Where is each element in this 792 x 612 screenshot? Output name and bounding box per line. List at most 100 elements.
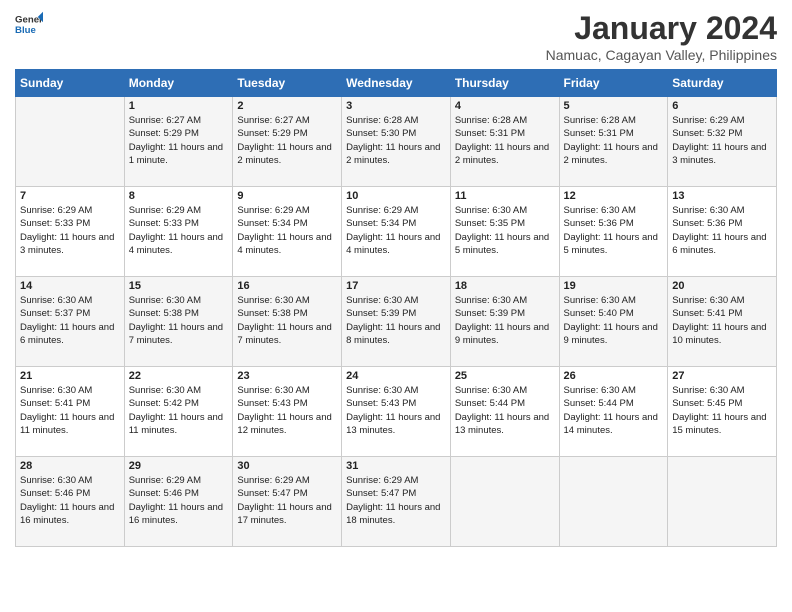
title-block: January 2024 Namuac, Cagayan Valley, Phi… bbox=[546, 10, 777, 63]
cell-info: Sunrise: 6:29 AM Sunset: 5:33 PM Dayligh… bbox=[20, 204, 120, 257]
cell-info: Sunrise: 6:30 AM Sunset: 5:41 PM Dayligh… bbox=[20, 384, 120, 437]
cell-info: Sunrise: 6:30 AM Sunset: 5:42 PM Dayligh… bbox=[129, 384, 229, 437]
calendar-cell: 14 Sunrise: 6:30 AM Sunset: 5:37 PM Dayl… bbox=[16, 277, 125, 367]
daylight: Daylight: 11 hours and 6 minutes. bbox=[20, 322, 114, 346]
day-number: 12 bbox=[564, 190, 664, 202]
location-subtitle: Namuac, Cagayan Valley, Philippines bbox=[546, 47, 777, 63]
cell-info: Sunrise: 6:27 AM Sunset: 5:29 PM Dayligh… bbox=[129, 114, 229, 167]
daylight: Daylight: 11 hours and 2 minutes. bbox=[346, 142, 440, 166]
calendar-cell: 18 Sunrise: 6:30 AM Sunset: 5:39 PM Dayl… bbox=[450, 277, 559, 367]
svg-text:General: General bbox=[15, 14, 43, 25]
sunset: Sunset: 5:43 PM bbox=[237, 398, 307, 409]
calendar-cell bbox=[16, 97, 125, 187]
cell-info: Sunrise: 6:30 AM Sunset: 5:45 PM Dayligh… bbox=[672, 384, 772, 437]
day-number: 27 bbox=[672, 370, 772, 382]
sunset: Sunset: 5:45 PM bbox=[672, 398, 742, 409]
sunrise: Sunrise: 6:30 AM bbox=[129, 295, 201, 306]
calendar-cell: 2 Sunrise: 6:27 AM Sunset: 5:29 PM Dayli… bbox=[233, 97, 342, 187]
header-friday: Friday bbox=[559, 70, 668, 97]
calendar-cell: 26 Sunrise: 6:30 AM Sunset: 5:44 PM Dayl… bbox=[559, 367, 668, 457]
day-number: 8 bbox=[129, 190, 229, 202]
logo-icon: General Blue bbox=[15, 10, 43, 38]
daylight: Daylight: 11 hours and 1 minute. bbox=[129, 142, 223, 166]
daylight: Daylight: 11 hours and 7 minutes. bbox=[237, 322, 331, 346]
daylight: Daylight: 11 hours and 16 minutes. bbox=[20, 502, 114, 526]
sunset: Sunset: 5:29 PM bbox=[237, 128, 307, 139]
sunrise: Sunrise: 6:30 AM bbox=[20, 475, 92, 486]
sunrise: Sunrise: 6:30 AM bbox=[455, 385, 527, 396]
cell-info: Sunrise: 6:29 AM Sunset: 5:34 PM Dayligh… bbox=[237, 204, 337, 257]
calendar-cell: 13 Sunrise: 6:30 AM Sunset: 5:36 PM Dayl… bbox=[668, 187, 777, 277]
sunset: Sunset: 5:39 PM bbox=[455, 308, 525, 319]
day-number: 25 bbox=[455, 370, 555, 382]
cell-info: Sunrise: 6:29 AM Sunset: 5:33 PM Dayligh… bbox=[129, 204, 229, 257]
sunrise: Sunrise: 6:30 AM bbox=[129, 385, 201, 396]
day-number: 28 bbox=[20, 460, 120, 472]
daylight: Daylight: 11 hours and 5 minutes. bbox=[455, 232, 549, 256]
sunrise: Sunrise: 6:28 AM bbox=[564, 115, 636, 126]
cell-info: Sunrise: 6:28 AM Sunset: 5:30 PM Dayligh… bbox=[346, 114, 446, 167]
day-number: 21 bbox=[20, 370, 120, 382]
daylight: Daylight: 11 hours and 16 minutes. bbox=[129, 502, 223, 526]
calendar-cell: 25 Sunrise: 6:30 AM Sunset: 5:44 PM Dayl… bbox=[450, 367, 559, 457]
daylight: Daylight: 11 hours and 2 minutes. bbox=[564, 142, 658, 166]
sunset: Sunset: 5:34 PM bbox=[346, 218, 416, 229]
cell-info: Sunrise: 6:30 AM Sunset: 5:46 PM Dayligh… bbox=[20, 474, 120, 527]
sunrise: Sunrise: 6:30 AM bbox=[20, 295, 92, 306]
sunset: Sunset: 5:37 PM bbox=[20, 308, 90, 319]
sunrise: Sunrise: 6:30 AM bbox=[346, 385, 418, 396]
daylight: Daylight: 11 hours and 18 minutes. bbox=[346, 502, 440, 526]
day-number: 6 bbox=[672, 100, 772, 112]
sunrise: Sunrise: 6:30 AM bbox=[237, 385, 309, 396]
day-number: 4 bbox=[455, 100, 555, 112]
day-number: 7 bbox=[20, 190, 120, 202]
calendar-cell: 29 Sunrise: 6:29 AM Sunset: 5:46 PM Dayl… bbox=[124, 457, 233, 547]
day-number: 18 bbox=[455, 280, 555, 292]
daylight: Daylight: 11 hours and 7 minutes. bbox=[129, 322, 223, 346]
sunrise: Sunrise: 6:30 AM bbox=[564, 205, 636, 216]
cell-info: Sunrise: 6:28 AM Sunset: 5:31 PM Dayligh… bbox=[564, 114, 664, 167]
header-wednesday: Wednesday bbox=[342, 70, 451, 97]
day-number: 16 bbox=[237, 280, 337, 292]
day-number: 23 bbox=[237, 370, 337, 382]
svg-text:Blue: Blue bbox=[15, 25, 36, 36]
sunrise: Sunrise: 6:30 AM bbox=[564, 385, 636, 396]
calendar-week-row: 14 Sunrise: 6:30 AM Sunset: 5:37 PM Dayl… bbox=[16, 277, 777, 367]
sunset: Sunset: 5:41 PM bbox=[20, 398, 90, 409]
header-monday: Monday bbox=[124, 70, 233, 97]
sunset: Sunset: 5:34 PM bbox=[237, 218, 307, 229]
day-number: 20 bbox=[672, 280, 772, 292]
daylight: Daylight: 11 hours and 4 minutes. bbox=[129, 232, 223, 256]
calendar-cell: 8 Sunrise: 6:29 AM Sunset: 5:33 PM Dayli… bbox=[124, 187, 233, 277]
calendar-cell: 17 Sunrise: 6:30 AM Sunset: 5:39 PM Dayl… bbox=[342, 277, 451, 367]
calendar-cell: 28 Sunrise: 6:30 AM Sunset: 5:46 PM Dayl… bbox=[16, 457, 125, 547]
daylight: Daylight: 11 hours and 14 minutes. bbox=[564, 412, 658, 436]
daylight: Daylight: 11 hours and 2 minutes. bbox=[237, 142, 331, 166]
sunset: Sunset: 5:31 PM bbox=[564, 128, 634, 139]
daylight: Daylight: 11 hours and 6 minutes. bbox=[672, 232, 766, 256]
sunset: Sunset: 5:41 PM bbox=[672, 308, 742, 319]
calendar-cell bbox=[559, 457, 668, 547]
cell-info: Sunrise: 6:27 AM Sunset: 5:29 PM Dayligh… bbox=[237, 114, 337, 167]
cell-info: Sunrise: 6:30 AM Sunset: 5:39 PM Dayligh… bbox=[455, 294, 555, 347]
day-number: 11 bbox=[455, 190, 555, 202]
sunrise: Sunrise: 6:30 AM bbox=[20, 385, 92, 396]
sunset: Sunset: 5:32 PM bbox=[672, 128, 742, 139]
daylight: Daylight: 11 hours and 11 minutes. bbox=[129, 412, 223, 436]
daylight: Daylight: 11 hours and 4 minutes. bbox=[237, 232, 331, 256]
day-number: 29 bbox=[129, 460, 229, 472]
calendar-cell: 22 Sunrise: 6:30 AM Sunset: 5:42 PM Dayl… bbox=[124, 367, 233, 457]
daylight: Daylight: 11 hours and 3 minutes. bbox=[672, 142, 766, 166]
sunrise: Sunrise: 6:30 AM bbox=[672, 295, 744, 306]
day-number: 13 bbox=[672, 190, 772, 202]
sunset: Sunset: 5:44 PM bbox=[455, 398, 525, 409]
sunset: Sunset: 5:36 PM bbox=[564, 218, 634, 229]
daylight: Daylight: 11 hours and 5 minutes. bbox=[564, 232, 658, 256]
sunrise: Sunrise: 6:27 AM bbox=[237, 115, 309, 126]
sunset: Sunset: 5:29 PM bbox=[129, 128, 199, 139]
sunrise: Sunrise: 6:29 AM bbox=[346, 205, 418, 216]
calendar-week-row: 7 Sunrise: 6:29 AM Sunset: 5:33 PM Dayli… bbox=[16, 187, 777, 277]
calendar-cell: 4 Sunrise: 6:28 AM Sunset: 5:31 PM Dayli… bbox=[450, 97, 559, 187]
cell-info: Sunrise: 6:30 AM Sunset: 5:43 PM Dayligh… bbox=[237, 384, 337, 437]
calendar-cell: 19 Sunrise: 6:30 AM Sunset: 5:40 PM Dayl… bbox=[559, 277, 668, 367]
